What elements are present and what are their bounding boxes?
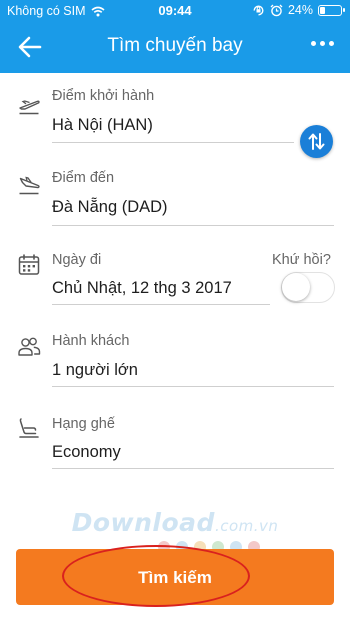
search-button[interactable]: Tìm kiếm: [16, 549, 334, 605]
nav-bar: Tìm chuyến bay: [0, 22, 350, 73]
calendar-icon: [18, 254, 40, 275]
landing-icon: [19, 176, 40, 195]
destination-label: Điểm đến: [52, 170, 115, 186]
origin-value[interactable]: Hà Nội (HAN): [52, 116, 153, 135]
takeoff-icon: [19, 100, 40, 115]
more-icon[interactable]: [311, 41, 334, 46]
battery-icon: [318, 4, 345, 16]
passengers-underline: [52, 386, 334, 387]
status-right: 24%: [252, 3, 345, 17]
swap-button[interactable]: [300, 125, 333, 158]
departure-date-label: Ngày đi: [52, 252, 102, 268]
battery-percent: 24%: [287, 3, 313, 17]
seat-icon: [19, 418, 39, 438]
departure-date-value[interactable]: Chủ Nhật, 12 thg 3 2017: [52, 279, 232, 298]
search-button-label: Tìm kiếm: [138, 568, 212, 587]
passengers-label: Hành khách: [52, 333, 130, 349]
seat-class-label: Hạng ghế: [52, 416, 115, 432]
seat-class-underline: [52, 468, 334, 469]
battery-level: [320, 6, 325, 14]
lock-rotation-icon: [253, 5, 264, 15]
status-bar: Không có SIM 09:44 24%: [0, 0, 350, 22]
watermark-text: Download: [71, 508, 215, 537]
passengers-icon: [18, 337, 41, 356]
origin-label: Điểm khởi hành: [52, 88, 155, 104]
passengers-value[interactable]: 1 người lớn: [52, 361, 138, 380]
app-bar: Không có SIM 09:44 24% Tìm chuyến bay: [0, 0, 350, 73]
round-trip-label: Khứ hồi?: [272, 252, 331, 268]
departure-date-underline: [52, 304, 270, 305]
watermark-suffix: .com.vn: [214, 517, 279, 535]
origin-underline: [52, 142, 294, 143]
destination-underline: [52, 225, 334, 226]
watermark: Download.com.vn: [0, 508, 350, 537]
swap-icon: [308, 133, 325, 150]
destination-value[interactable]: Đà Nẵng (DAD): [52, 198, 168, 217]
page-title: Tìm chuyến bay: [107, 35, 243, 56]
seat-class-value[interactable]: Economy: [52, 443, 121, 462]
toggle-knob: [282, 273, 310, 301]
round-trip-toggle[interactable]: [281, 272, 335, 303]
alarm-icon: [270, 4, 283, 16]
